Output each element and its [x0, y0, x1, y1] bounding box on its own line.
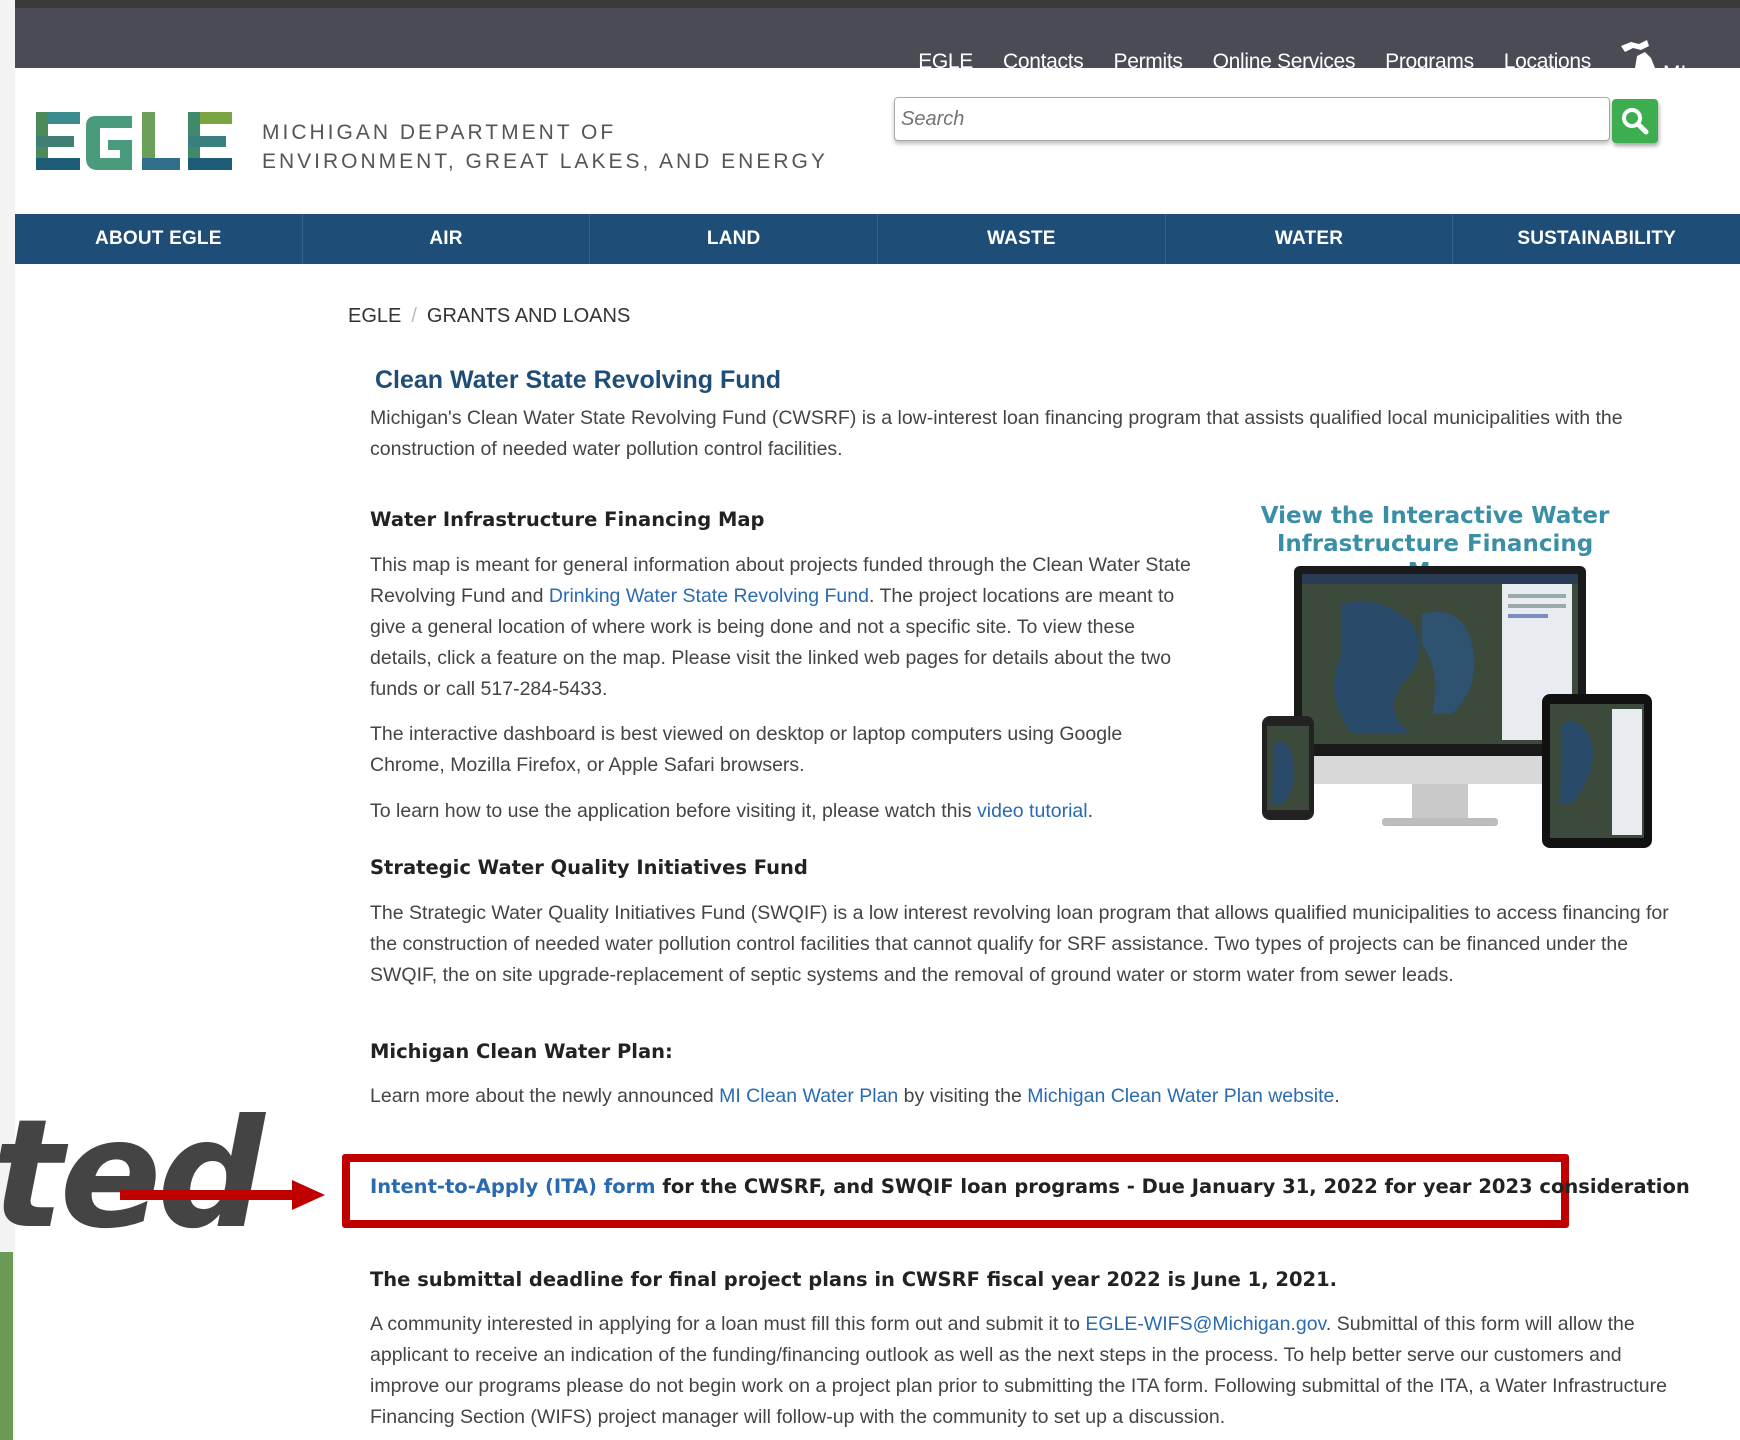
ita-line: Intent-to-Apply (ITA) form for the CWSRF… [370, 1175, 1690, 1198]
map-devices-image[interactable] [1262, 564, 1654, 855]
department-name: MICHIGAN DEPARTMENT OF ENVIRONMENT, GREA… [262, 118, 828, 176]
top-nav-locations[interactable]: Locations [1504, 50, 1592, 74]
top-nav-permits[interactable]: Permits [1114, 50, 1183, 74]
clean-water-plan-paragraph: Learn more about the newly announced MI … [370, 1081, 1670, 1112]
map-paragraph-2: The interactive dashboard is best viewed… [370, 723, 1123, 776]
top-nav-egle[interactable]: EGLE [918, 50, 973, 74]
breadcrumb-separator: / [411, 305, 417, 327]
map-p3-text-b: . [1087, 800, 1094, 822]
top-nav-programs[interactable]: Programs [1385, 50, 1474, 74]
page-title: Clean Water State Revolving Fund [375, 366, 782, 394]
community-paragraph: A community interested in applying for a… [370, 1309, 1690, 1433]
search-button[interactable] [1612, 99, 1658, 143]
slide-background-edge [0, 1252, 13, 1440]
migov-link[interactable]: MI.gov [1617, 38, 1726, 86]
nav-sustainability[interactable]: SUSTAINABILITY [1453, 214, 1740, 264]
arrow-right-icon [120, 1180, 325, 1210]
breadcrumb-grants-and-loans[interactable]: GRANTS AND LOANS [427, 305, 630, 327]
intro-paragraph: Michigan's Clean Water State Revolving F… [370, 407, 1623, 460]
drinking-water-fund-link[interactable]: Drinking Water State Revolving Fund [549, 585, 869, 607]
breadcrumb: EGLE / GRANTS AND LOANS [348, 305, 630, 328]
breadcrumb-egle[interactable]: EGLE [348, 305, 401, 327]
map-caption-line1: View the Interactive Water [1260, 503, 1610, 529]
swqif-heading: Strategic Water Quality Initiatives Fund [370, 856, 808, 879]
cwp-text-a: Learn more about the newly announced [370, 1085, 720, 1107]
map-paragraph-1: This map is meant for general informatio… [370, 550, 1200, 705]
top-nav-contacts[interactable]: Contacts [1003, 50, 1084, 74]
nav-waste[interactable]: WASTE [878, 214, 1166, 264]
cwp-text-b: by visiting the [898, 1085, 1028, 1107]
nav-about-egle[interactable]: ABOUT EGLE [15, 214, 303, 264]
department-name-line1: MICHIGAN DEPARTMENT OF [262, 121, 617, 144]
department-name-line2: ENVIRONMENT, GREAT LAKES, AND ENERGY [262, 150, 828, 173]
ita-text: for the CWSRF, and SWQIF loan programs -… [655, 1175, 1690, 1198]
top-nav-online-services[interactable]: Online Services [1213, 50, 1356, 74]
map-p3-text-a: To learn how to use the application befo… [370, 800, 978, 822]
wifs-email-link[interactable]: EGLE-WIFS@Michigan.gov [1085, 1313, 1326, 1335]
clean-water-plan-heading: Michigan Clean Water Plan: [370, 1040, 673, 1063]
nav-water[interactable]: WATER [1166, 214, 1454, 264]
deadline-heading: The submittal deadline for final project… [370, 1268, 1338, 1291]
nav-air[interactable]: AIR [303, 214, 591, 264]
main-navigation: ABOUT EGLE AIR LAND WASTE WATER SUSTAINA… [15, 214, 1740, 264]
clean-water-plan-website-link[interactable]: Michigan Clean Water Plan website [1027, 1085, 1334, 1107]
map-section-heading: Water Infrastructure Financing Map [370, 508, 765, 531]
mi-clean-water-plan-link[interactable]: MI Clean Water Plan [719, 1085, 898, 1107]
egle-logo-icon [36, 112, 232, 170]
annotation-arrow [120, 1178, 325, 1219]
michigan-map-icon [1620, 40, 1655, 84]
top-utility-bar: EGLE Contacts Permits Online Services Pr… [15, 0, 1740, 85]
devices-mockup-icon [1262, 566, 1652, 848]
search-input[interactable] [894, 97, 1610, 141]
community-text-a: A community interested in applying for a… [370, 1313, 1086, 1335]
cwp-text-c: . [1334, 1085, 1340, 1107]
map-paragraph-3: To learn how to use the application befo… [370, 796, 1200, 827]
nav-land[interactable]: LAND [590, 214, 879, 264]
slide-overlay-text: ted [0, 1088, 265, 1262]
egle-logo[interactable] [36, 112, 234, 179]
ita-form-link[interactable]: Intent-to-Apply (ITA) form [370, 1175, 656, 1198]
migov-label: MI.gov [1662, 62, 1726, 85]
search-icon [1622, 108, 1649, 135]
swqif-paragraph: The Strategic Water Quality Initiatives … [370, 902, 1669, 986]
video-tutorial-link[interactable]: video tutorial [977, 800, 1088, 822]
